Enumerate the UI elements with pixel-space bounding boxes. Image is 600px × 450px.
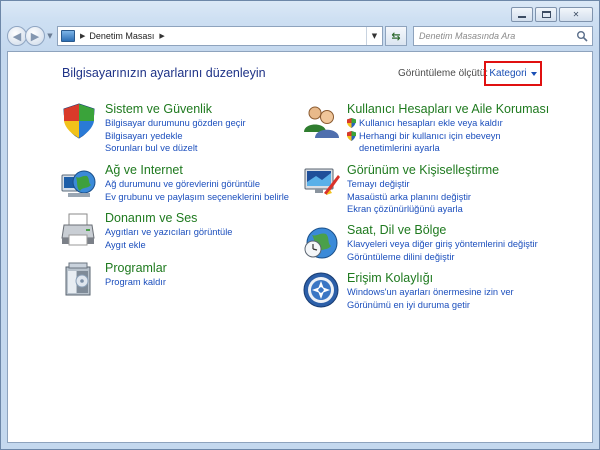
address-bar[interactable]: ▶ Denetim Masası ▶ ▼ xyxy=(57,26,383,46)
link-text: Kullanıcı hesapları ekle veya kaldır xyxy=(359,118,503,128)
uninstall-program-link[interactable]: Program kaldır xyxy=(105,276,167,289)
homegroup-sharing-link[interactable]: Ev grubunu ve paylaşım seçeneklerini bel… xyxy=(105,191,289,204)
navigation-bar: ◀ ▶ ▼ ▶ Denetim Masası ▶ ▼ ⇆ Denetim Mas… xyxy=(7,25,593,47)
minimize-button[interactable] xyxy=(511,7,533,22)
breadcrumb-arrow-icon[interactable]: ▶ xyxy=(159,32,164,40)
change-keyboards-link[interactable]: Klavyeleri veya diğer giriş yöntemlerini… xyxy=(347,238,538,251)
category-text: Erişim Kolaylığı Windows'un ayarları öne… xyxy=(347,271,514,311)
control-panel-window: ✕ ◀ ▶ ▼ ▶ Denetim Masası ▶ ▼ ⇆ Denetim M… xyxy=(0,0,600,450)
category-text: Programlar Program kaldır xyxy=(105,261,167,289)
category-title[interactable]: Kullanıcı Hesapları ve Aile Koruması xyxy=(347,102,549,117)
chevron-down-icon: ▼ xyxy=(371,32,378,40)
category-title[interactable]: Erişim Kolaylığı xyxy=(347,271,514,286)
screen-resolution-link[interactable]: Ekran çözünürlüğünü ayarla xyxy=(347,203,499,216)
users-icon[interactable] xyxy=(302,102,340,140)
close-icon: ✕ xyxy=(572,10,580,19)
caret-down-icon xyxy=(530,71,537,76)
programs-box-icon[interactable] xyxy=(60,261,98,299)
change-background-link[interactable]: Masaüstü arka planını değiştir xyxy=(347,191,499,204)
caption-buttons: ✕ xyxy=(509,7,593,22)
parental-controls-link-cont[interactable]: denetimlerini ayarla xyxy=(347,142,549,155)
category-text: Görünüm ve Kişiselleştirme Temayı değişt… xyxy=(347,163,499,216)
maximize-button[interactable] xyxy=(535,7,557,22)
link-text: Herhangi bir kullanıcı için ebeveyn xyxy=(359,130,501,141)
optimize-display-link[interactable]: Görünümü en iyi duruma getir xyxy=(347,299,514,312)
search-input[interactable]: Denetim Masasında Ara xyxy=(419,31,515,41)
backup-computer-link[interactable]: Bilgisayarı yedekle xyxy=(105,130,246,143)
category-title[interactable]: Saat, Dil ve Bölge xyxy=(347,223,538,238)
content-area: Bilgisayarınızın ayarlarını düzenleyin G… xyxy=(7,51,593,443)
address-dropdown-button[interactable]: ▼ xyxy=(366,27,382,45)
category-text: Sistem ve Güvenlik Bilgisayar durumunu g… xyxy=(105,102,246,155)
view-by-dropdown[interactable]: Kategori xyxy=(484,61,542,86)
let-windows-suggest-link[interactable]: Windows'un ayarları önermesine izin ver xyxy=(347,286,514,299)
parental-controls-link[interactable]: Herhangi bir kullanıcı için ebeveyn xyxy=(347,130,549,143)
maximize-icon xyxy=(541,11,551,18)
minimize-icon xyxy=(518,16,526,18)
review-computer-status-link[interactable]: Bilgisayar durumunu gözden geçir xyxy=(105,117,246,130)
category-title[interactable]: Programlar xyxy=(105,261,167,276)
category-title[interactable]: Ağ ve Internet xyxy=(105,163,289,178)
category-title[interactable]: Sistem ve Güvenlik xyxy=(105,102,246,117)
uac-shield-icon xyxy=(347,130,356,141)
back-button[interactable]: ◀ xyxy=(7,26,27,46)
network-globe-icon[interactable] xyxy=(60,163,98,201)
category-title[interactable]: Donanım ve Ses xyxy=(105,211,232,226)
view-by-value: Kategori xyxy=(489,68,527,79)
category-text: Saat, Dil ve Bölge Klavyeleri veya diğer… xyxy=(347,223,538,263)
change-display-language-link[interactable]: Görüntüleme dilini değiştir xyxy=(347,251,538,264)
refresh-button[interactable]: ⇆ xyxy=(385,26,407,46)
breadcrumb-arrow-icon[interactable]: ▶ xyxy=(80,32,85,40)
back-arrow-icon: ◀ xyxy=(12,29,22,43)
printer-icon[interactable] xyxy=(60,211,98,249)
search-icon[interactable] xyxy=(576,30,588,42)
troubleshoot-link[interactable]: Sorunları bul ve düzelt xyxy=(105,142,246,155)
page-title: Bilgisayarınızın ayarlarını düzenleyin xyxy=(62,66,266,80)
change-theme-link[interactable]: Temayı değiştir xyxy=(347,178,499,191)
category-text: Kullanıcı Hesapları ve Aile Koruması Kul… xyxy=(347,102,549,155)
devices-printers-link[interactable]: Aygıtları ve yazıcıları görüntüle xyxy=(105,226,232,239)
clock-globe-icon[interactable] xyxy=(302,223,340,261)
monitor-paint-icon[interactable] xyxy=(302,163,340,201)
network-status-link[interactable]: Ağ durumunu ve görevlerini görüntüle xyxy=(105,178,289,191)
breadcrumb-control-panel[interactable]: Denetim Masası xyxy=(89,31,154,41)
view-by-label: Görüntüleme ölçütü: xyxy=(398,68,489,79)
forward-arrow-icon: ▶ xyxy=(30,29,40,43)
close-button[interactable]: ✕ xyxy=(559,7,593,22)
control-panel-icon xyxy=(61,30,75,42)
search-box[interactable]: Denetim Masasında Ara xyxy=(413,26,593,46)
recent-pages-dropdown[interactable]: ▼ xyxy=(45,32,55,40)
add-device-link[interactable]: Aygıt ekle xyxy=(105,239,232,252)
shield-icon[interactable] xyxy=(60,102,98,140)
refresh-icon: ⇆ xyxy=(391,29,401,43)
uac-shield-icon xyxy=(347,118,356,128)
category-text: Donanım ve Ses Aygıtları ve yazıcıları g… xyxy=(105,211,232,251)
ease-of-access-icon[interactable] xyxy=(302,271,340,309)
category-text: Ağ ve Internet Ağ durumunu ve görevlerin… xyxy=(105,163,289,203)
category-title[interactable]: Görünüm ve Kişiselleştirme xyxy=(347,163,499,178)
forward-button[interactable]: ▶ xyxy=(25,26,45,46)
add-remove-accounts-link[interactable]: Kullanıcı hesapları ekle veya kaldır xyxy=(347,117,549,130)
